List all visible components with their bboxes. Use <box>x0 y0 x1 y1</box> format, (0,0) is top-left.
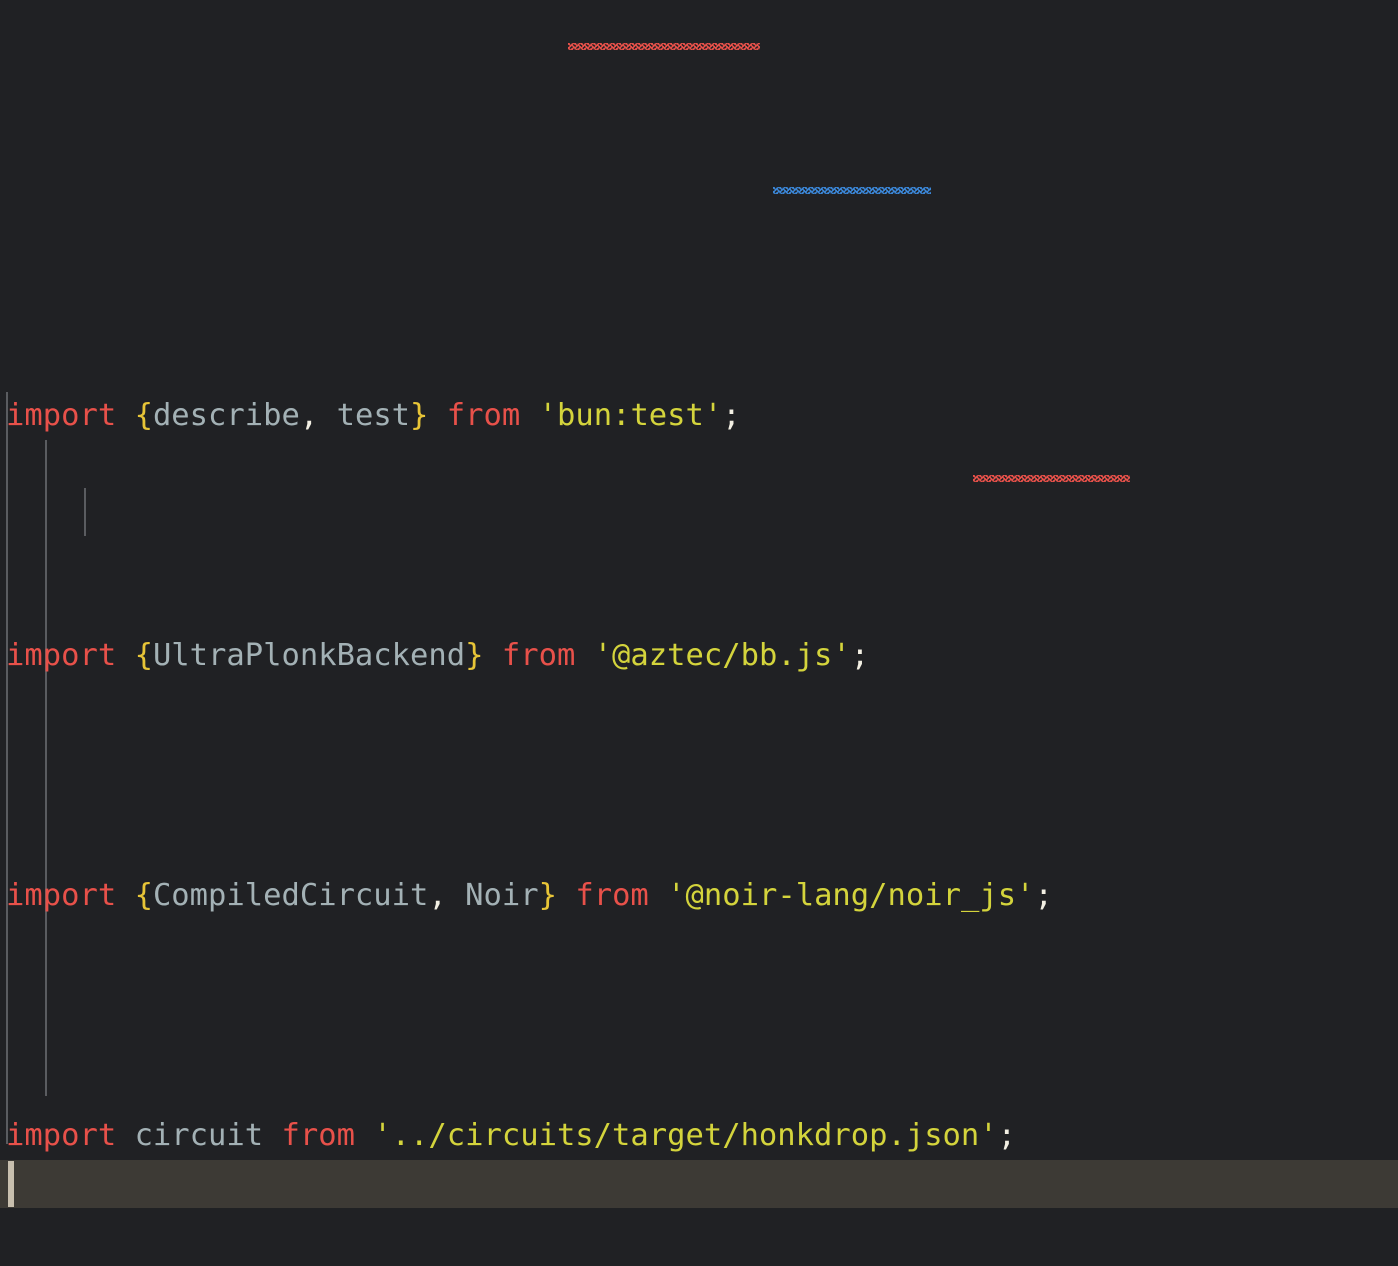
keyword-import: import <box>6 878 117 913</box>
module-bun-test: 'bun:test' <box>538 398 723 433</box>
keyword-from: from <box>281 1118 355 1153</box>
lbrace: { <box>134 878 153 913</box>
code-line-1[interactable]: import {describe, test} from 'bun:test'; <box>0 392 1398 440</box>
import-circuit: circuit <box>134 1118 264 1153</box>
rbrace: } <box>465 638 484 673</box>
keyword-import: import <box>6 398 117 433</box>
import-noir: Noir <box>465 878 539 913</box>
comma: , <box>299 398 319 433</box>
import-test: test <box>336 398 411 433</box>
module-aztec-bb: '@aztec/bb.js' <box>593 638 851 673</box>
keyword-import: import <box>6 1118 117 1153</box>
lbrace: { <box>134 638 153 673</box>
code-editor[interactable]: import {describe, test} from 'bun:test';… <box>0 0 1398 1266</box>
lbrace: { <box>134 398 153 433</box>
error-squiggle-bun-test <box>568 43 760 50</box>
text-caret <box>8 1161 14 1207</box>
indent-guide-level-1 <box>6 392 8 1144</box>
rbrace: } <box>538 878 557 913</box>
indent-guide-level-3 <box>84 488 86 536</box>
semicolon: ; <box>1034 878 1053 913</box>
code-content[interactable]: import {describe, test} from 'bun:test';… <box>0 0 1398 1266</box>
keyword-from: from <box>575 878 649 913</box>
code-line-4[interactable]: import circuit from '../circuits/target/… <box>0 1112 1398 1160</box>
module-noir-lang: '@noir-lang/noir_js' <box>667 878 1035 913</box>
info-squiggle-honkdrop <box>773 187 931 194</box>
module-honkdrop-json: '../circuits/target/honkdrop.json' <box>373 1118 998 1153</box>
indent-guide-level-2 <box>45 440 47 1096</box>
import-compiledcircuit: CompiledCircuit <box>152 878 429 913</box>
semicolon: ; <box>850 638 870 673</box>
keyword-from: from <box>446 398 521 433</box>
rbrace: } <box>410 398 429 433</box>
semicolon: ; <box>997 1118 1017 1153</box>
keyword-from: from <box>501 638 576 673</box>
import-ultraplonkbackend: UltraPlonkBackend <box>152 638 466 673</box>
code-line-3[interactable]: import {CompiledCircuit, Noir} from '@no… <box>0 872 1398 920</box>
comma: , <box>428 878 447 913</box>
keyword-import: import <box>6 638 117 673</box>
error-squiggle-bytecode <box>973 475 1130 482</box>
import-describe: describe <box>152 398 300 433</box>
semicolon: ; <box>722 398 741 433</box>
code-line-2[interactable]: import {UltraPlonkBackend} from '@aztec/… <box>0 632 1398 680</box>
code-line-0[interactable] <box>0 152 1398 200</box>
